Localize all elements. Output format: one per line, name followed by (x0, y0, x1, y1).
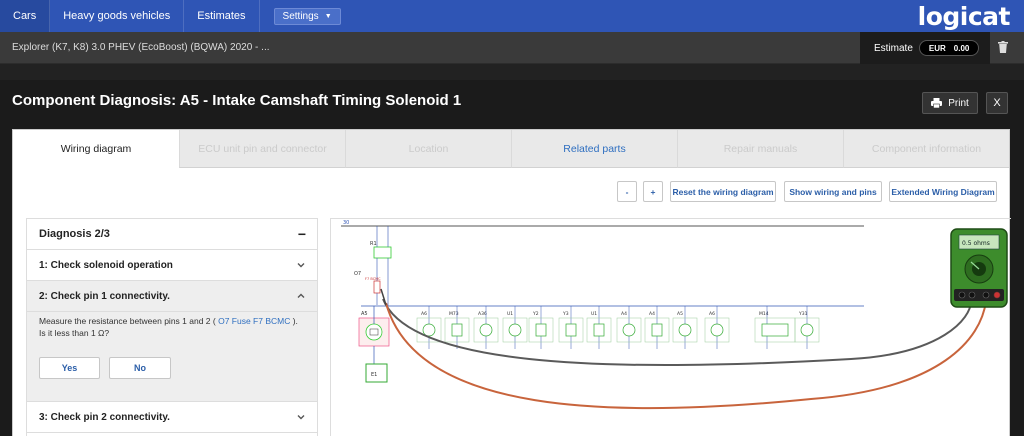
no-button[interactable]: No (109, 357, 171, 379)
fuse-link[interactable]: O7 Fuse F7 BCMC (218, 316, 290, 326)
estimate-label: Estimate (874, 42, 913, 54)
component-label: A36 (478, 311, 487, 317)
yes-button[interactable]: Yes (39, 357, 100, 379)
vehicle-bar: Explorer (K7, K8) 3.0 PHEV (EcoBoost) (B… (0, 32, 1024, 64)
component-label: Y3 (562, 311, 569, 317)
fuse-label: O7 (354, 271, 361, 277)
component-label: M73 (449, 311, 459, 317)
step-question: Measure the resistance between pins 1 an… (39, 316, 298, 338)
diagnosis-step-2[interactable]: 2: Check pin 1 connectivity. (27, 281, 317, 312)
tab-location[interactable]: Location (345, 130, 511, 168)
component-label: A6 (709, 311, 715, 317)
diagram-component[interactable]: A4 (616, 306, 642, 349)
wiring-diagram-canvas[interactable]: 30 R1 O7 F7 BCMC A5 E1 A6 M73 A36 U1 Y2 … (330, 218, 1011, 436)
diagnosis-step-3[interactable]: 3: Check pin 2 connectivity. (27, 402, 317, 433)
printer-icon (931, 98, 943, 108)
diagram-component[interactable]: Y31 (794, 306, 820, 349)
caret-down-icon: ▼ (324, 12, 332, 20)
settings-dropdown[interactable]: Settings ▼ (273, 7, 341, 25)
trash-icon[interactable] (998, 41, 1008, 53)
step-label: 1: Check solenoid operation (39, 259, 173, 271)
reset-wiring-button[interactable]: Reset the wiring diagram (670, 181, 776, 202)
estimate-summary[interactable]: Estimate EUR 0.00 (860, 32, 990, 64)
component-diagnosis-dialog: Component Diagnosis: A5 - Intake Camshaf… (0, 80, 1024, 436)
diagram-component[interactable]: U1 (502, 306, 528, 349)
component-label: A5 (677, 311, 683, 317)
wiring-diagram: 30 R1 O7 F7 BCMC A5 E1 A6 M73 A36 U1 Y2 … (341, 220, 1008, 410)
print-label: Print (948, 97, 969, 109)
meter-reading: 0.5 ohms (962, 240, 990, 247)
diagnosis-accordion: Diagnosis 2/3 − 1: Check solenoid operat… (26, 218, 318, 436)
vehicle-title[interactable]: Explorer (K7, K8) 3.0 PHEV (EcoBoost) (B… (12, 42, 270, 53)
component-row: A6 M73 A36 U1 Y2 Y3 U1 A4 A4 A5 A6 M14 Y31 (416, 306, 820, 349)
diagram-component[interactable]: M14 (754, 306, 796, 349)
component-label: A4 (649, 311, 655, 317)
diagram-component[interactable]: A4 (644, 306, 670, 349)
component-label: Y2 (532, 311, 539, 317)
settings-label: Settings (282, 10, 319, 22)
component-label: Y31 (798, 311, 808, 317)
show-wiring-pins-button[interactable]: Show wiring and pins (784, 181, 882, 202)
tab-ecu-pin-connector[interactable]: ECU unit pin and connector (179, 130, 345, 168)
component-label: U1 (591, 311, 597, 317)
diagram-component[interactable]: U1 (586, 306, 612, 349)
dialog-title: Component Diagnosis: A5 - Intake Camshaf… (12, 92, 462, 109)
diagnosis-panel: Wiring diagram ECU unit pin and connecto… (12, 129, 1011, 436)
chevron-down-icon (297, 263, 305, 268)
ground-label: E1 (371, 372, 377, 378)
currency-code: EUR (928, 43, 946, 53)
diagnosis-header[interactable]: Diagnosis 2/3 − (27, 219, 317, 250)
chevron-down-icon (297, 415, 305, 420)
logo: logicat (917, 2, 1011, 31)
component-label: A4 (621, 311, 627, 317)
top-navigation: Cars Heavy goods vehicles Estimates Sett… (0, 0, 1024, 32)
diagram-component[interactable]: A5 (672, 306, 698, 349)
component-label: M14 (759, 311, 769, 317)
diagnosis-step-1[interactable]: 1: Check solenoid operation (27, 250, 317, 281)
zoom-in-button[interactable]: + (643, 181, 663, 202)
extended-wiring-button[interactable]: Extended Wiring Diagram (889, 181, 997, 202)
relay-label: R1 (370, 241, 377, 247)
nav-tab-heavy-goods[interactable]: Heavy goods vehicles (50, 0, 185, 32)
diagram-component[interactable]: A6 (704, 306, 730, 349)
diagram-component[interactable]: Y2 (528, 306, 554, 349)
estimate-amount-pill: EUR 0.00 (918, 40, 980, 56)
main-component-label: A5 (361, 311, 368, 317)
zoom-out-button[interactable]: - (617, 181, 637, 202)
chevron-up-icon (297, 293, 305, 298)
diagram-component[interactable]: M73 (444, 306, 470, 349)
nav-tab-cars[interactable]: Cars (0, 0, 51, 32)
diagnosis-title: Diagnosis 2/3 (39, 228, 110, 240)
component-label: U1 (507, 311, 513, 317)
bus-label: 30 (343, 220, 349, 226)
multimeter: 0.5 ohms (950, 228, 1008, 308)
step-2-body: Measure the resistance between pins 1 an… (27, 312, 317, 402)
step-label: 2: Check pin 1 connectivity. (39, 290, 170, 302)
fuse-sub-label: F7 BCMC (365, 277, 381, 281)
dialog-tabs: Wiring diagram ECU unit pin and connecto… (13, 130, 1009, 168)
component-label: A6 (421, 311, 427, 317)
nav-tab-estimates[interactable]: Estimates (184, 0, 260, 32)
diagram-component[interactable]: Y3 (558, 306, 584, 349)
close-button[interactable]: X (986, 92, 1008, 114)
tab-wiring-diagram[interactable]: Wiring diagram (13, 130, 179, 168)
tab-component-information[interactable]: Component information (843, 130, 1009, 168)
print-button[interactable]: Print (922, 92, 978, 114)
diagram-component[interactable]: A36 (473, 306, 499, 349)
tab-repair-manuals[interactable]: Repair manuals (677, 130, 843, 168)
tab-related-parts[interactable]: Related parts (511, 130, 677, 168)
step-label: 3: Check pin 2 connectivity. (39, 411, 170, 423)
collapse-icon[interactable]: − (298, 226, 306, 242)
estimate-amount: 0.00 (953, 43, 970, 53)
diagram-component[interactable]: A6 (416, 306, 442, 349)
